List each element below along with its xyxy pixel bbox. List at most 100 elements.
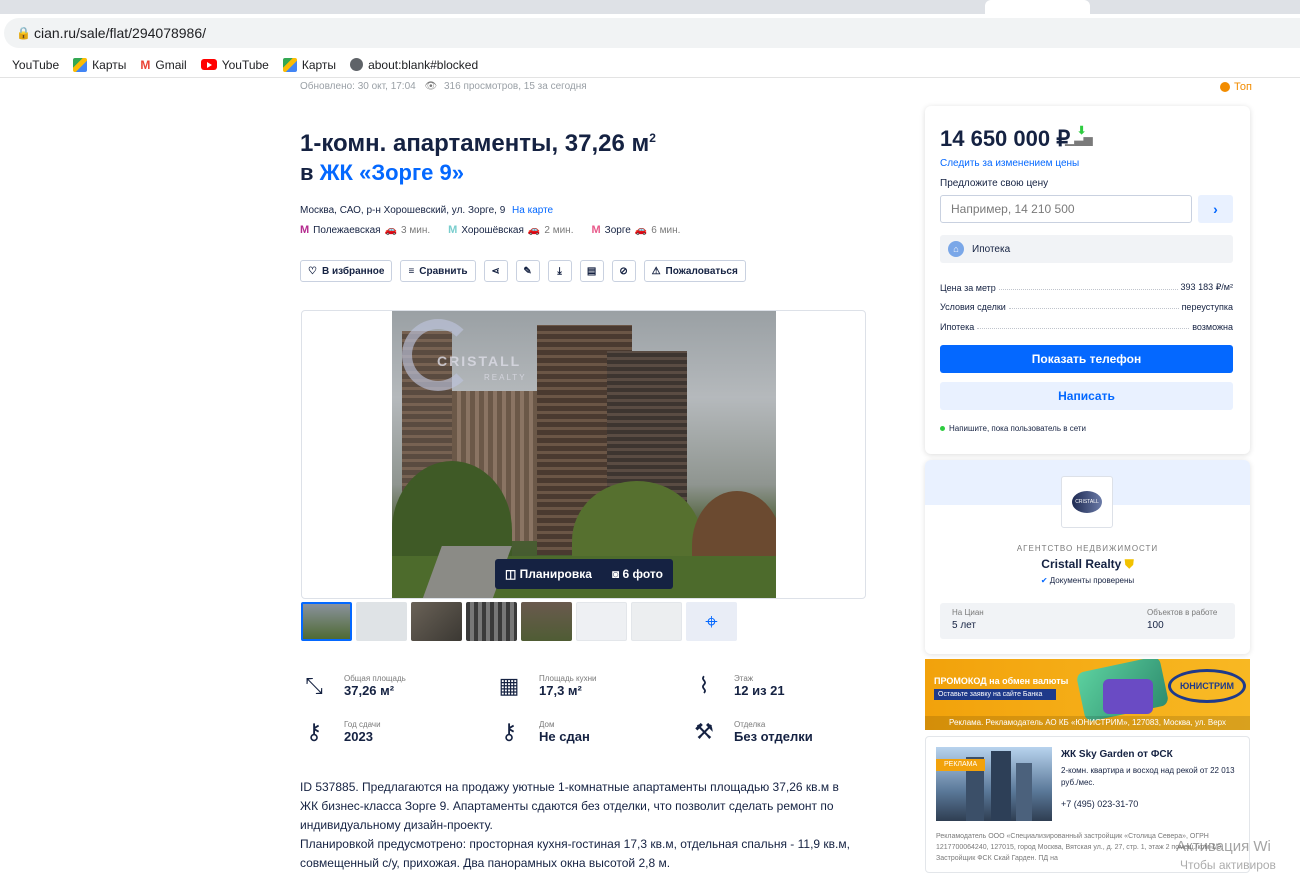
listing-description: ID 537885. Предлагаются на продажу уютны… — [300, 780, 850, 870]
feature-total-area: ⤡ Общая площадь 37,26 м² — [300, 668, 490, 704]
agent-logo[interactable]: CRISTALL — [1061, 476, 1113, 528]
address-bar-area: 🔒 cian.ru/sale/flat/294078986/ — [0, 14, 1300, 52]
photos-button[interactable]: ◙ 6 фото — [612, 567, 663, 581]
maps-icon — [282, 57, 297, 72]
complex-link[interactable]: ЖК «Зорге 9» — [320, 160, 464, 185]
listing-subtitle: в ЖК «Зорге 9» — [300, 160, 464, 185]
metro-station[interactable]: М Хорошёвская 🚗 2 мин. — [448, 224, 573, 236]
camera-icon: ◙ — [611, 567, 623, 581]
bank-logo: ЮНИСТРИМ — [1168, 669, 1246, 703]
bookmarks-bar: YouTube Карты M Gmail YouTube Карты about… — [0, 52, 1300, 78]
promo-banner[interactable]: ПРОМОКОД на обмен валюты Оставьте заявку… — [925, 659, 1250, 730]
bookmark-youtube-2[interactable]: YouTube — [200, 58, 269, 72]
metro-station[interactable]: М Зорге 🚗 6 мин. — [591, 224, 680, 236]
wallet-illustration — [1103, 679, 1153, 714]
feature-floor: ⌇ Этаж 12 из 21 — [690, 668, 880, 704]
hide-icon: ⊘ — [619, 265, 628, 277]
active-tab[interactable] — [985, 0, 1090, 14]
promo-headline: ПРОМОКОД на обмен валюты — [934, 676, 1069, 686]
listing-actions: ♡ В избранное ≡ Сравнить ⋖ ✎ ⤓ ▤ ⊘ ⚠ Пожало… — [300, 260, 746, 282]
thumbnail[interactable] — [356, 602, 407, 641]
bookmark-maps-2[interactable]: Карты — [282, 57, 336, 72]
follow-price-link[interactable]: Следить за изменением цены — [940, 158, 1079, 169]
heart-icon: ♡ — [308, 265, 317, 277]
thumbnail[interactable] — [301, 602, 352, 641]
ad-phone[interactable]: +7 (495) 023-31-70 — [1061, 799, 1138, 809]
address: Москва, САО, р-н Хорошевский, ул. Зорге,… — [300, 205, 554, 216]
feature-house-status: ⚷ Дом Не сдан — [495, 714, 685, 750]
online-dot-icon — [940, 426, 945, 431]
price: 14 650 000 ₽ — [940, 126, 1071, 151]
share-button[interactable]: ⋖ — [483, 260, 508, 282]
agent-type: АГЕНТСТВО НЕДВИЖИМОСТИ — [1016, 544, 1159, 553]
ad-tag: РЕКЛАМА — [936, 759, 986, 771]
metro-icon: М — [591, 224, 601, 236]
compare-icon: ≡ — [408, 265, 415, 277]
windows-activation-watermark: Активация Wi — [1176, 838, 1271, 855]
car-icon: 🚗 — [527, 224, 541, 236]
price-card: 14 650 000 ₽ ▁▃▅ ⬇ Следить за изменением… — [925, 106, 1250, 454]
address-bar[interactable]: 🔒 cian.ru/sale/flat/294078986/ — [4, 18, 1300, 48]
bookmark-maps-1[interactable]: Карты — [73, 57, 126, 72]
area-icon: ⤡ — [305, 673, 323, 698]
agent-name[interactable]: Cristall Realty ⛊ — [925, 557, 1250, 572]
bookmark-youtube-1[interactable]: YouTube — [12, 58, 59, 72]
deal-terms-row: Условия сделки переуступка — [940, 302, 1233, 312]
download-button[interactable]: ⤓ — [547, 260, 572, 282]
report-button[interactable]: ⚠ Пожаловаться — [643, 260, 746, 282]
photo-gallery[interactable]: CRISTALL REALTY ◫ Планировка ◙ 6 фото — [301, 310, 866, 599]
map-link[interactable]: На карте — [512, 205, 553, 216]
hide-button[interactable]: ⊘ — [611, 260, 636, 282]
ad-title[interactable]: ЖК Sky Garden от ФСК — [1061, 749, 1173, 760]
thumbnail[interactable] — [576, 602, 627, 641]
windows-activation-subtext: Чтобы активиров — [1180, 858, 1276, 872]
thumbnail[interactable] — [631, 602, 682, 641]
thumbnail[interactable] — [466, 602, 517, 641]
bookmark-about-blank[interactable]: about:blank#blocked — [350, 58, 478, 72]
mortgage-button[interactable]: ⌂ Ипотека — [940, 235, 1233, 263]
documents-verified: ✔ Документы проверены — [1040, 576, 1135, 585]
mortgage-row: Ипотека возможна — [940, 322, 1233, 332]
lock-icon[interactable]: 🔒 — [16, 26, 34, 40]
map-pin-icon: ⌖ — [705, 608, 718, 634]
write-button[interactable]: Написать — [940, 382, 1233, 410]
online-hint: Напишите, пока пользователь в сети — [940, 424, 1086, 433]
car-icon: 🚗 — [384, 224, 398, 236]
tab-strip — [0, 0, 1300, 14]
offer-price-input[interactable]: Например, 14 210 500 — [940, 195, 1192, 223]
metro-station[interactable]: М Полежаевская 🚗 3 мин. — [300, 224, 430, 236]
page-content: Обновлено: 30 окт, 17:04 👁 316 просмотро… — [0, 78, 1300, 873]
thumbnail[interactable] — [521, 602, 572, 641]
eye-icon: 👁 — [424, 81, 438, 92]
feature-finishing: ⚒ Отделка Без отделки — [690, 714, 880, 750]
promo-cta[interactable]: Оставьте заявку на сайте Банка — [934, 689, 1056, 700]
agent-years: На Циан 5 лет — [952, 608, 984, 631]
show-phone-button[interactable]: Показать телефон — [940, 345, 1233, 373]
thumbnail[interactable] — [411, 602, 462, 641]
stairs-icon: ⌇ — [698, 673, 710, 698]
chevron-right-icon: › — [1213, 201, 1218, 217]
favorite-button[interactable]: ♡ В избранное — [300, 260, 393, 282]
floorplan-button[interactable]: ◫ Планировка — [505, 567, 592, 581]
offer-submit-button[interactable]: › — [1198, 195, 1233, 223]
map-thumbnail[interactable]: ⌖ — [686, 602, 737, 641]
metro-icon: М — [300, 224, 310, 236]
url-text[interactable]: cian.ru/sale/flat/294078986/ — [34, 25, 206, 41]
listing-meta: Обновлено: 30 окт, 17:04 👁 316 просмотро… — [300, 81, 587, 92]
print-button[interactable]: ▤ — [579, 260, 604, 282]
offer-label: Предложите свою цену — [940, 178, 1049, 189]
floorplan-icon: ◫ — [505, 567, 520, 581]
photo-thumbnails: ⌖ — [301, 602, 737, 641]
kitchen-icon: ▦ — [498, 673, 520, 698]
watermark-text: CRISTALL — [437, 353, 522, 369]
key-icon: ⚷ — [305, 719, 323, 744]
compare-button[interactable]: ≡ Сравнить — [400, 260, 476, 282]
top-badge: Топ — [1220, 81, 1252, 93]
agent-stats: На Циан 5 лет Объектов в работе 100 — [940, 603, 1235, 639]
warning-icon: ⚠ — [651, 265, 661, 277]
main-photo[interactable]: CRISTALL REALTY — [392, 311, 776, 598]
edit-button[interactable]: ✎ — [515, 260, 540, 282]
bookmark-gmail[interactable]: M Gmail — [140, 58, 186, 72]
pencil-icon: ✎ — [523, 265, 532, 277]
photo-overlay-bar: ◫ Планировка ◙ 6 фото — [495, 559, 673, 589]
